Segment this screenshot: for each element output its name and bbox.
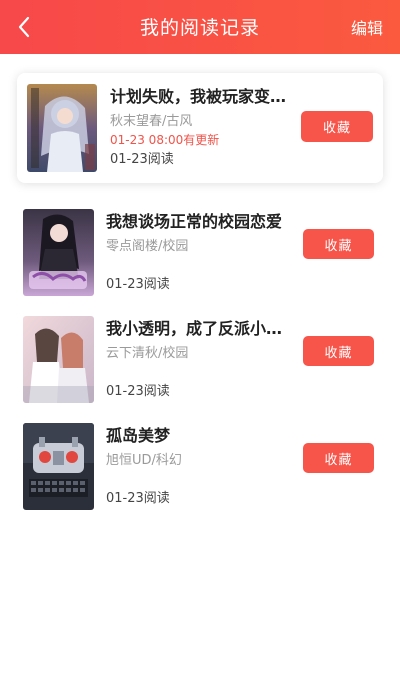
book-info: 我想谈场正常的校园恋爱 零点阁楼/校园 [106,212,291,255]
update-note: 01-23 08:00有更新 [110,133,220,147]
book-cover-image[interactable] [23,423,94,510]
book-title[interactable]: 我小透明，成了反派小姐… [106,319,291,339]
book-cover-image[interactable] [23,209,94,296]
book-author-genre: 旭恒UD/科幻 [106,453,182,468]
book-author-genre: 秋末望春/古风 [110,114,193,129]
book-info: 计划失败，我被玩家变… 秋末望春/古风 01-23 08:00有更新 [110,87,295,148]
list-item[interactable]: 计划失败，我被玩家变… 秋末望春/古风 01-23 08:00有更新 01-23… [17,73,383,183]
cover-art-4 [23,423,94,510]
back-button[interactable] [10,13,38,41]
book-info: 孤岛美梦 旭恒UD/科幻 [106,426,291,469]
book-cover-image[interactable] [23,316,94,403]
read-date: 01-23阅读 [106,491,170,506]
edit-button[interactable]: 编辑 [351,18,383,40]
book-author-genre: 云下清秋/校园 [106,346,189,361]
read-date: 01-23阅读 [110,152,174,167]
book-author-genre: 零点阁楼/校园 [106,239,189,254]
cover-art-1 [27,84,97,172]
cover-art-3 [23,316,94,403]
read-date: 01-23阅读 [106,277,170,292]
book-title[interactable]: 计划失败，我被玩家变… [110,87,295,107]
top-bar: 我的阅读记录 编辑 [0,0,400,54]
favorite-button[interactable]: 收藏 [303,229,374,259]
book-info: 我小透明，成了反派小姐… 云下清秋/校园 [106,319,291,362]
cover-art-2 [23,209,94,296]
list-item[interactable]: 孤岛美梦 旭恒UD/科幻 01-23阅读 收藏 [18,412,382,520]
list-item[interactable]: 我想谈场正常的校园恋爱 零点阁楼/校园 01-23阅读 收藏 [18,198,382,306]
read-date: 01-23阅读 [106,384,170,399]
favorite-button[interactable]: 收藏 [301,111,373,142]
favorite-button[interactable]: 收藏 [303,336,374,366]
book-cover-image[interactable] [27,84,97,172]
book-title[interactable]: 孤岛美梦 [106,426,291,446]
page-title: 我的阅读记录 [139,17,260,39]
favorite-button[interactable]: 收藏 [303,443,374,473]
book-title[interactable]: 我想谈场正常的校园恋爱 [106,212,291,232]
chevron-left-icon [18,16,30,38]
list-item[interactable]: 我小透明，成了反派小姐… 云下清秋/校园 01-23阅读 收藏 [18,305,382,413]
